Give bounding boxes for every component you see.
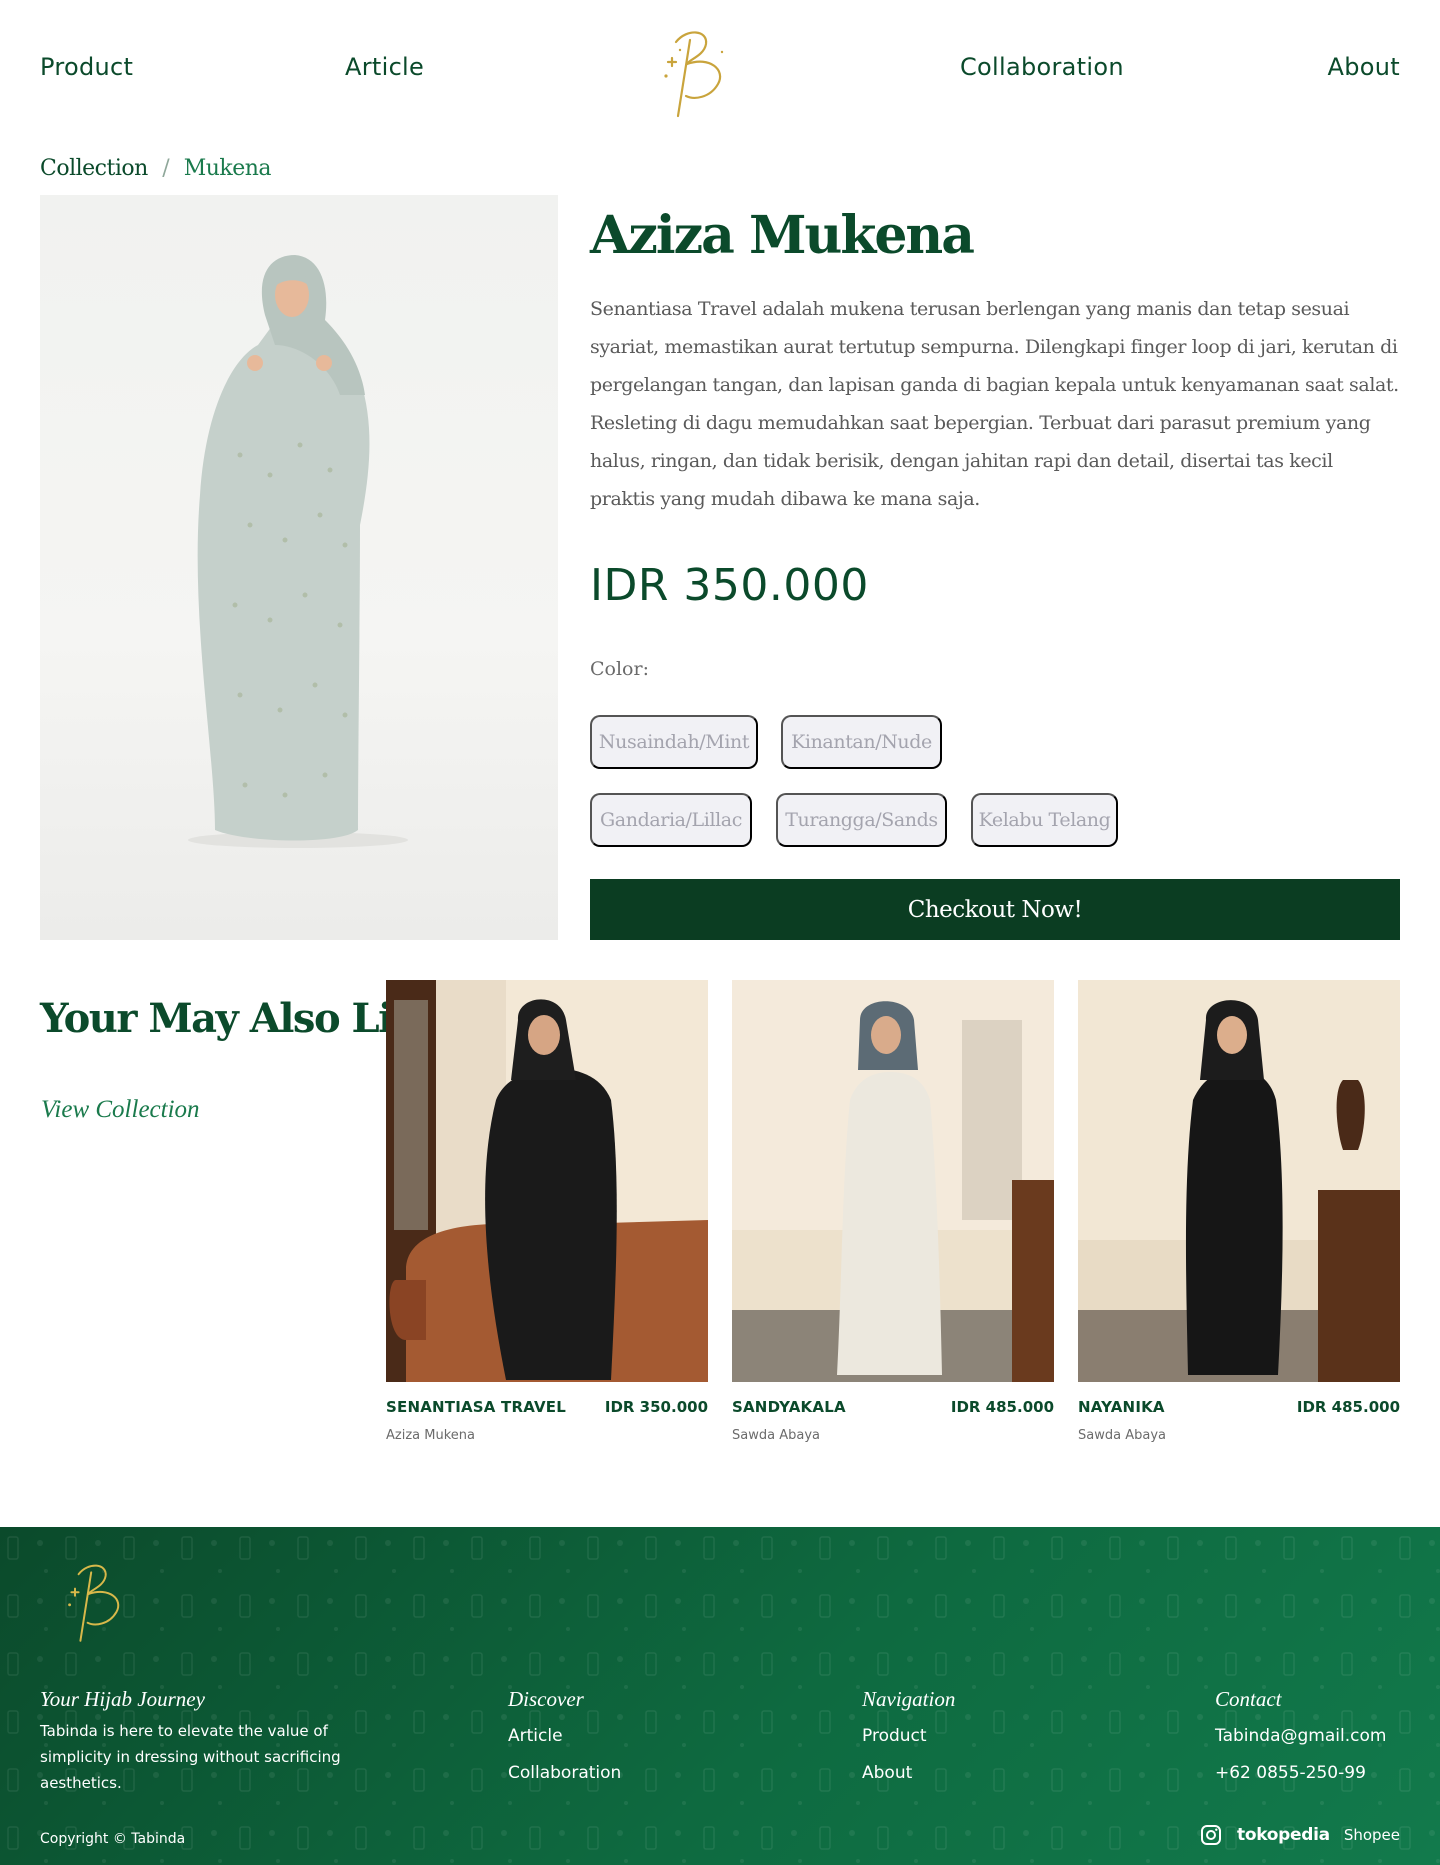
footer-navigation: Navigation Product About	[862, 1687, 955, 1792]
footer-journey-title: Your Hijab Journey	[40, 1687, 205, 1711]
breadcrumb: Collection / Mukena	[40, 156, 272, 181]
color-option-kelabu-telang[interactable]: Kelabu Telang	[971, 793, 1118, 847]
footer-contact-email[interactable]: Tabinda@gmail.com	[1215, 1718, 1386, 1755]
view-collection-link[interactable]: View Collection	[41, 1096, 200, 1124]
product-card[interactable]: SANDYAKALA IDR 485.000 Sawda Abaya	[732, 980, 1054, 1443]
product-title: Aziza Mukena	[590, 205, 975, 266]
color-label: Color:	[590, 658, 649, 680]
product-card-image[interactable]	[386, 980, 708, 1382]
product-card-category: Sawda Abaya	[732, 1428, 820, 1443]
footer-link-product[interactable]: Product	[862, 1718, 955, 1755]
nav-link-article[interactable]: Article	[345, 53, 424, 81]
product-card-price: IDR 485.000	[950, 1398, 1054, 1416]
nav-link-product[interactable]: Product	[40, 53, 133, 81]
tabinda-logo-icon[interactable]	[642, 22, 742, 126]
product-card-name: NAYANIKA	[1078, 1398, 1165, 1416]
footer-logo-icon[interactable]	[48, 1555, 138, 1651]
nav-link-about[interactable]: About	[1328, 53, 1400, 81]
footer-copyright: Copyright © Tabinda	[40, 1831, 186, 1847]
footer-about: Your Hijab Journey Tabinda is here to el…	[40, 1687, 370, 1796]
footer-contact-phone[interactable]: +62 0855-250-99	[1215, 1755, 1386, 1792]
footer-link-article[interactable]: Article	[508, 1718, 621, 1755]
product-card[interactable]: SENANTIASA TRAVEL IDR 350.000 Aziza Muke…	[386, 980, 708, 1443]
product-main-image	[40, 195, 558, 940]
footer-discover: Discover Article Collaboration	[508, 1687, 621, 1792]
instagram-icon[interactable]	[1199, 1823, 1223, 1847]
checkout-button[interactable]: Checkout Now!	[590, 879, 1400, 940]
color-option-nusaindah-mint[interactable]: Nusaindah/Mint	[590, 715, 758, 769]
product-card-image[interactable]	[1078, 980, 1400, 1382]
color-option-gandaria-lillac[interactable]: Gandaria/Lillac	[590, 793, 752, 847]
footer-navigation-title: Navigation	[862, 1687, 956, 1711]
product-card-price: IDR 350.000	[604, 1398, 708, 1416]
product-card-category: Sawda Abaya	[1078, 1428, 1166, 1443]
footer-socials: tokopedia Shopee	[1199, 1823, 1400, 1847]
footer-contact-title: Contact	[1215, 1687, 1282, 1711]
tokopedia-link[interactable]: tokopedia	[1237, 1825, 1330, 1845]
top-navigation: Product Article Collaboration About	[0, 0, 1440, 140]
product-card-name: SENANTIASA TRAVEL	[386, 1398, 567, 1416]
product-card[interactable]: NAYANIKA IDR 485.000 Sawda Abaya	[1078, 980, 1400, 1443]
color-option-turangga-sands[interactable]: Turangga/Sands	[776, 793, 947, 847]
breadcrumb-collection[interactable]: Collection	[40, 156, 148, 181]
footer-link-about[interactable]: About	[862, 1755, 955, 1792]
breadcrumb-separator: /	[162, 156, 170, 181]
nav-link-collaboration[interactable]: Collaboration	[960, 53, 1124, 81]
product-card-image[interactable]	[732, 980, 1054, 1382]
footer: Your Hijab Journey Tabinda is here to el…	[0, 1527, 1440, 1865]
breadcrumb-current: Mukena	[183, 156, 272, 181]
footer-link-collaboration[interactable]: Collaboration	[508, 1755, 621, 1792]
shopee-link[interactable]: Shopee	[1344, 1826, 1400, 1844]
color-option-kinantan-nude[interactable]: Kinantan/Nude	[781, 715, 942, 769]
product-description: Senantiasa Travel adalah mukena terusan …	[590, 298, 1399, 510]
footer-discover-title: Discover	[508, 1687, 584, 1711]
product-card-price: IDR 485.000	[1296, 1398, 1400, 1416]
product-card-name: SANDYAKALA	[732, 1398, 846, 1416]
footer-journey-text: Tabinda is here to elevate the value of …	[40, 1722, 341, 1792]
footer-contact: Contact Tabinda@gmail.com +62 0855-250-9…	[1215, 1687, 1386, 1792]
product-card-category: Aziza Mukena	[386, 1428, 475, 1443]
also-like-title: Your May Also Like	[40, 995, 444, 1042]
product-price: IDR 350.000	[590, 560, 869, 611]
